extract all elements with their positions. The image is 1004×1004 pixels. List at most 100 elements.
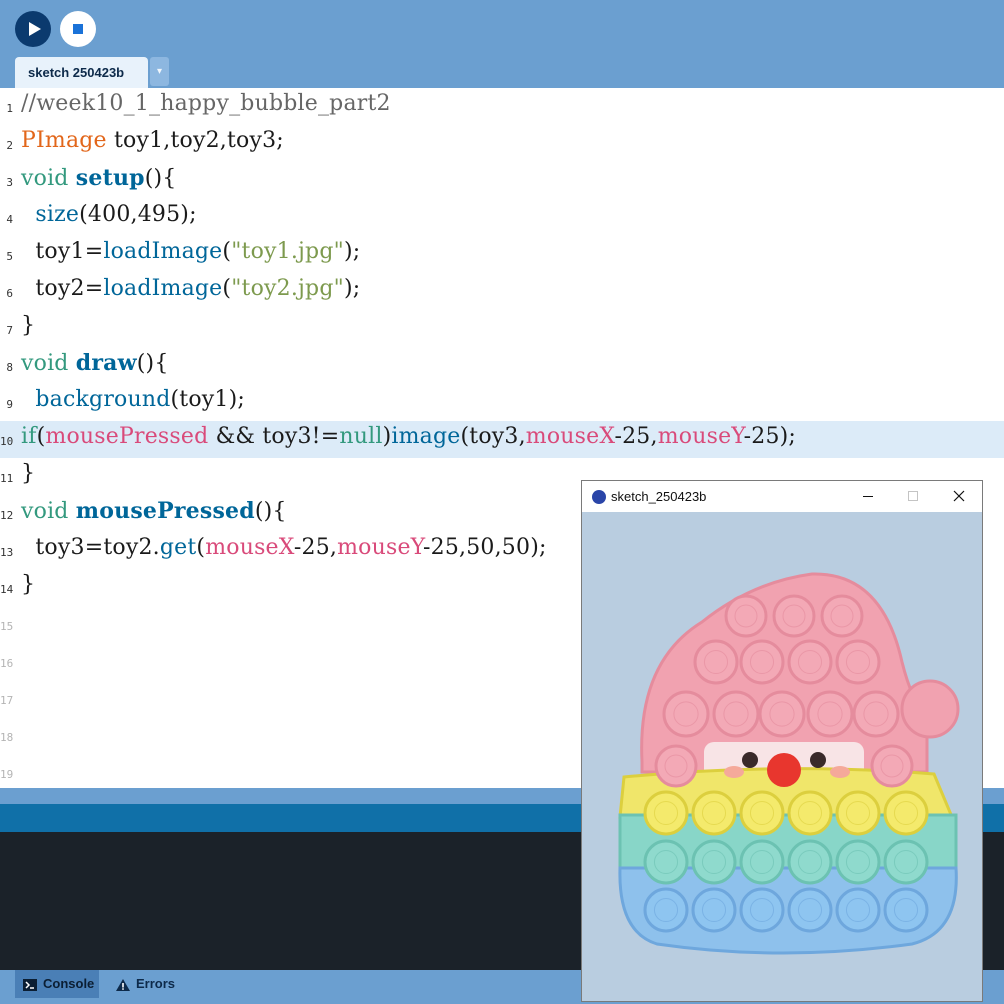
close-button[interactable] (936, 481, 981, 512)
code-token: -25); (743, 424, 797, 449)
tab-sketch[interactable]: sketch 250423b (15, 57, 148, 88)
close-icon (953, 490, 965, 502)
code-text: toy3=toy2.get(mouseX-25,mouseY-25,50,50)… (21, 535, 547, 560)
code-line[interactable]: 4 size(400,495); (0, 199, 1004, 236)
code-token: background (35, 387, 171, 412)
code-token: size (35, 202, 80, 227)
line-number: 18 (0, 731, 14, 744)
code-line[interactable]: 2 PImage toy1,toy2,toy3; (0, 125, 1004, 162)
code-token: (){ (144, 166, 177, 191)
line-number: 3 (6, 176, 13, 189)
code-line[interactable]: 6 toy2=loadImage("toy2.jpg"); (0, 273, 1004, 310)
code-text: void draw(){ (21, 350, 169, 376)
code-token: (400,495); (79, 202, 197, 227)
code-token: mouseX (205, 535, 294, 560)
line-number: 13 (0, 546, 14, 559)
code-text: void setup(){ (21, 165, 177, 191)
warning-icon (116, 978, 130, 991)
code-text: //week10_1_happy_bubble_part2 (21, 91, 391, 116)
terminal-icon (23, 978, 37, 991)
line-number: 17 (0, 694, 14, 707)
code-token: "toy2.jpg" (231, 276, 344, 301)
code-token: loadImage (103, 239, 223, 264)
minimize-button[interactable] (846, 481, 891, 512)
code-text: toy2=loadImage("toy2.jpg"); (21, 276, 360, 301)
code-token: PImage (21, 128, 107, 153)
processing-app-icon (592, 490, 606, 504)
code-token: //week10_1_happy_bubble_part2 (21, 91, 391, 116)
code-text: size(400,495); (21, 202, 197, 227)
code-token: -25,50,50); (423, 535, 547, 560)
code-line[interactable]: 9 background(toy1); (0, 384, 1004, 421)
code-token: (){ (136, 351, 169, 376)
code-text: PImage toy1,toy2,toy3; (21, 128, 284, 153)
code-token: void (21, 166, 69, 191)
code-text: background(toy1); (21, 387, 245, 412)
code-text: void mousePressed(){ (21, 498, 287, 524)
stop-button[interactable] (60, 11, 96, 47)
code-token: loadImage (103, 276, 223, 301)
code-line[interactable]: 3 void setup(){ (0, 162, 1004, 199)
run-button[interactable] (15, 11, 51, 47)
code-token: void (21, 351, 69, 376)
tab-errors[interactable]: Errors (108, 970, 188, 998)
code-text: } (21, 461, 35, 486)
code-token: toy2= (21, 276, 104, 301)
maximize-button[interactable] (891, 481, 936, 512)
line-number: 4 (6, 213, 13, 226)
tab-console[interactable]: Console (15, 970, 99, 998)
code-line[interactable]: 7} (0, 310, 1004, 347)
play-icon (29, 22, 41, 36)
code-token: "toy1.jpg" (231, 239, 344, 264)
tab-console-label: Console (43, 976, 95, 991)
sketch-canvas[interactable] (582, 512, 982, 1001)
line-number: 16 (0, 657, 14, 670)
line-number: 11 (0, 472, 14, 485)
tab-errors-label: Errors (136, 976, 176, 991)
minimize-icon (863, 496, 873, 497)
code-token: (toy1); (170, 387, 246, 412)
sketch-window-title: sketch_250423b (611, 489, 707, 504)
line-number: 6 (6, 287, 13, 300)
toolbar: sketch 250423b ▾ (0, 0, 1004, 88)
maximize-icon (908, 491, 918, 501)
code-token: (toy3, (460, 424, 526, 449)
code-token: toy1= (21, 239, 104, 264)
code-line[interactable]: 1 //week10_1_happy_bubble_part2 (0, 88, 1004, 125)
code-token: ( (222, 276, 232, 301)
line-number: 5 (6, 250, 13, 263)
code-text: } (21, 313, 35, 338)
code-text: toy1=loadImage("toy1.jpg"); (21, 239, 360, 264)
code-token: } (21, 313, 36, 338)
code-token: draw (75, 350, 137, 376)
code-line[interactable]: 10 if(mousePressed && toy3!=null)image(to… (0, 421, 1004, 458)
line-number: 19 (0, 768, 14, 781)
code-token: toy1,toy2,toy3; (106, 128, 284, 153)
line-number: 10 (0, 435, 14, 448)
code-token: && toy3!= (208, 424, 340, 449)
code-token: setup (75, 165, 145, 191)
code-token: get (159, 535, 197, 560)
code-token: -25, (614, 424, 658, 449)
line-number: 1 (6, 102, 13, 115)
code-token: ( (196, 535, 206, 560)
code-token: -25, (293, 535, 338, 560)
code-token: } (21, 461, 36, 486)
code-token: mousePressed (75, 498, 255, 524)
code-token: toy3=toy2. (21, 535, 160, 560)
code-line[interactable]: 8 void draw(){ (0, 347, 1004, 384)
line-number: 9 (6, 398, 13, 411)
code-token: ); (343, 276, 361, 301)
sketch-window-titlebar[interactable]: sketch_250423b (582, 481, 982, 512)
code-line[interactable]: 5 toy1=loadImage("toy1.jpg"); (0, 236, 1004, 273)
code-token: null (339, 424, 383, 449)
tab-menu-button[interactable]: ▾ (150, 57, 169, 86)
code-text: } (21, 572, 35, 597)
code-token: mouseY (337, 535, 423, 560)
line-number: 2 (6, 139, 13, 152)
sketch-window[interactable]: sketch_250423b (581, 480, 983, 1002)
